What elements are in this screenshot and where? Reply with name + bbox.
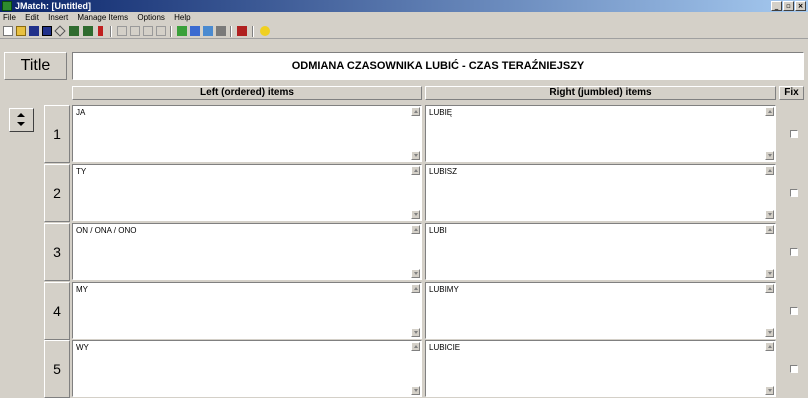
left-item-textarea[interactable]: ON / ONA / ONO	[72, 223, 422, 280]
scroll-up-icon[interactable]	[765, 166, 774, 175]
row-number: 3	[44, 223, 70, 281]
scroll-up-icon[interactable]	[411, 166, 420, 175]
menu-help[interactable]: Help	[174, 13, 190, 22]
window-titlebar: JMatch: [Untitled] _ ▫ ×	[0, 0, 808, 12]
right-items-header: Right (jumbled) items	[425, 86, 776, 100]
app-icon	[2, 1, 12, 11]
export-web-icon[interactable]	[69, 26, 79, 36]
paste-icon[interactable]	[156, 26, 166, 36]
config-icon[interactable]	[177, 26, 187, 36]
item-row: 5 WY LUBICIE	[0, 340, 808, 398]
right-item-textarea[interactable]: LUBIĘ	[425, 105, 776, 162]
scroll-down-icon[interactable]	[411, 328, 420, 337]
fix-checkbox[interactable]	[790, 248, 798, 256]
toolbar	[0, 24, 808, 39]
fix-checkbox[interactable]	[790, 130, 798, 138]
row-number: 1	[44, 105, 70, 163]
item-row: 3 ON / ONA / ONO LUBI	[0, 223, 808, 281]
toolbar-separator	[110, 26, 112, 37]
menu-file[interactable]: File	[3, 13, 16, 22]
scroll-down-icon[interactable]	[411, 269, 420, 278]
right-item-textarea[interactable]: LUBI	[425, 223, 776, 280]
title-field[interactable]: ODMIANA CZASOWNIKA LUBIĆ - CZAS TERAŹNIE…	[72, 52, 804, 80]
item-row: 4 MY LUBIMY	[0, 282, 808, 340]
scroll-down-icon[interactable]	[411, 386, 420, 395]
row-number: 2	[44, 164, 70, 222]
fix-checkbox[interactable]	[790, 189, 798, 197]
right-item-textarea[interactable]: LUBISZ	[425, 164, 776, 221]
pin-icon[interactable]	[98, 26, 103, 36]
hat-icon[interactable]	[237, 26, 247, 36]
scroll-up-icon[interactable]	[411, 284, 420, 293]
left-item-textarea[interactable]: WY	[72, 340, 422, 397]
menu-insert[interactable]: Insert	[48, 13, 68, 22]
row-number: 5	[44, 340, 70, 398]
new-file-icon[interactable]	[3, 26, 13, 36]
left-item-textarea[interactable]: MY	[72, 282, 422, 339]
save-icon[interactable]	[29, 26, 39, 36]
right-item-textarea[interactable]: LUBIMY	[425, 282, 776, 339]
fix-checkbox[interactable]	[790, 307, 798, 315]
right-item-text: LUBICIE	[429, 343, 461, 352]
minimize-button[interactable]: _	[771, 1, 782, 11]
scroll-down-icon[interactable]	[765, 210, 774, 219]
fix-header: Fix	[779, 86, 804, 100]
restore-button[interactable]: ▫	[783, 1, 794, 11]
undo-icon[interactable]	[117, 26, 127, 36]
open-folder-icon[interactable]	[16, 26, 26, 36]
scroll-down-icon[interactable]	[765, 151, 774, 160]
menu-manage-items[interactable]: Manage Items	[77, 13, 128, 22]
left-item-text: JA	[76, 108, 86, 117]
scroll-up-icon[interactable]	[765, 342, 774, 351]
scroll-down-icon[interactable]	[411, 210, 420, 219]
globe-icon[interactable]	[203, 26, 213, 36]
tools-icon[interactable]	[216, 26, 226, 36]
hotpot-icon[interactable]	[190, 26, 200, 36]
cut-icon[interactable]	[130, 26, 140, 36]
title-label: Title	[4, 52, 67, 80]
diamond-icon[interactable]	[54, 25, 66, 37]
scroll-down-icon[interactable]	[765, 386, 774, 395]
scroll-down-icon[interactable]	[765, 328, 774, 337]
menu-bar: File Edit Insert Manage Items Options He…	[0, 12, 808, 24]
scroll-down-icon[interactable]	[411, 151, 420, 160]
help-icon[interactable]	[260, 26, 270, 36]
item-row: 1 JA LUBIĘ	[0, 105, 808, 163]
left-item-text: WY	[76, 343, 89, 352]
scroll-up-icon[interactable]	[411, 225, 420, 234]
toolbar-separator	[230, 26, 232, 37]
right-item-textarea[interactable]: LUBICIE	[425, 340, 776, 397]
scroll-up-icon[interactable]	[411, 107, 420, 116]
left-item-text: ON / ONA / ONO	[76, 226, 137, 235]
left-item-textarea[interactable]: TY	[72, 164, 422, 221]
item-row: 2 TY LUBISZ	[0, 164, 808, 222]
toolbar-separator	[170, 26, 172, 37]
scroll-up-icon[interactable]	[765, 284, 774, 293]
left-items-header: Left (ordered) items	[72, 86, 422, 100]
scroll-down-icon[interactable]	[765, 269, 774, 278]
right-item-text: LUBI	[429, 226, 447, 235]
right-item-text: LUBIMY	[429, 285, 459, 294]
menu-options[interactable]: Options	[137, 13, 165, 22]
toolbar-separator	[252, 26, 254, 37]
close-button[interactable]: ×	[795, 1, 806, 11]
right-item-text: LUBIĘ	[429, 108, 453, 117]
export-alt-icon[interactable]	[83, 26, 93, 36]
window-controls: _ ▫ ×	[771, 1, 806, 11]
scroll-up-icon[interactable]	[411, 342, 420, 351]
left-item-text: MY	[76, 285, 88, 294]
scroll-up-icon[interactable]	[765, 225, 774, 234]
save-as-icon[interactable]	[42, 26, 52, 36]
copy-icon[interactable]	[143, 26, 153, 36]
left-item-textarea[interactable]: JA	[72, 105, 422, 162]
left-item-text: TY	[76, 167, 87, 176]
row-number: 4	[44, 282, 70, 340]
scroll-up-icon[interactable]	[765, 107, 774, 116]
window-title: JMatch: [Untitled]	[15, 1, 91, 11]
menu-edit[interactable]: Edit	[25, 13, 39, 22]
fix-checkbox[interactable]	[790, 365, 798, 373]
right-item-text: LUBISZ	[429, 167, 458, 176]
